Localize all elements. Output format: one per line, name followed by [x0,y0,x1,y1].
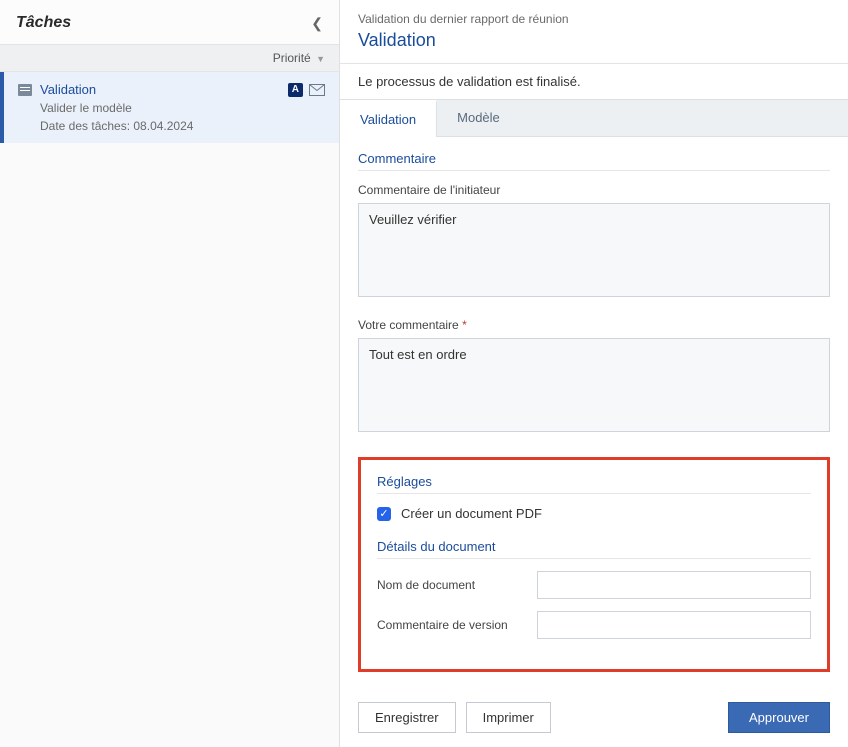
tabs: Validation Modèle [340,99,848,137]
task-name: Validation [40,82,96,97]
tasks-panel: Tâches ❮ Priorité ▼ Validation A Valider… [0,0,340,747]
tab-modele[interactable]: Modèle [437,100,520,136]
task-date: Date des tâches: 08.04.2024 [40,119,325,133]
save-button[interactable]: Enregistrer [358,702,456,733]
section-reglages: Réglages [377,474,811,494]
section-commentaire: Commentaire [358,151,830,171]
task-item-top: Validation A [18,82,325,97]
task-item-left: Validation [18,82,96,97]
approve-button[interactable]: Approuver [728,702,830,733]
doc-name-input[interactable] [537,571,811,599]
form-icon [18,84,32,96]
page-title: Validation [340,28,848,63]
priority-label: Priorité [273,51,311,65]
priority-sort[interactable]: Priorité ▼ [0,44,339,72]
tasks-title: Tâches [16,14,71,32]
task-item[interactable]: Validation A Valider le modèle Date des … [0,72,339,143]
content-area: Commentaire Commentaire de l'initiateur … [340,137,848,690]
version-comment-row: Commentaire de version [377,611,811,639]
initiator-comment-label: Commentaire de l'initiateur [358,183,830,197]
doc-name-row: Nom de document [377,571,811,599]
status-text: Le processus de validation est finalisé. [340,63,848,99]
collapse-chevron-icon[interactable]: ❮ [311,15,323,32]
tasks-header: Tâches ❮ [0,0,339,44]
print-button[interactable]: Imprimer [466,702,551,733]
section-doc-details: Détails du document [377,539,811,559]
create-pdf-label: Créer un document PDF [401,506,542,521]
create-pdf-checkbox[interactable]: ✓ [377,507,391,521]
your-comment-field[interactable]: Tout est en ordre [358,338,830,432]
mail-icon[interactable] [309,84,325,96]
breadcrumb: Validation du dernier rapport de réunion [340,0,848,28]
initiator-comment-field: Veuillez vérifier [358,203,830,297]
task-subtitle: Valider le modèle [40,101,325,115]
sort-caret-icon: ▼ [316,54,325,64]
tab-validation[interactable]: Validation [340,100,437,137]
main-panel: Validation du dernier rapport de réunion… [340,0,848,747]
task-item-right: A [288,83,325,97]
highlighted-settings-box: Réglages ✓ Créer un document PDF Détails… [358,457,830,672]
version-comment-input[interactable] [537,611,811,639]
version-comment-label: Commentaire de version [377,618,527,632]
create-pdf-row[interactable]: ✓ Créer un document PDF [377,506,811,521]
your-comment-label: Votre commentaire * [358,318,830,332]
priority-badge: A [288,83,303,97]
footer-actions: Enregistrer Imprimer Approuver [340,690,848,747]
doc-name-label: Nom de document [377,578,527,592]
footer-left: Enregistrer Imprimer [358,702,551,733]
